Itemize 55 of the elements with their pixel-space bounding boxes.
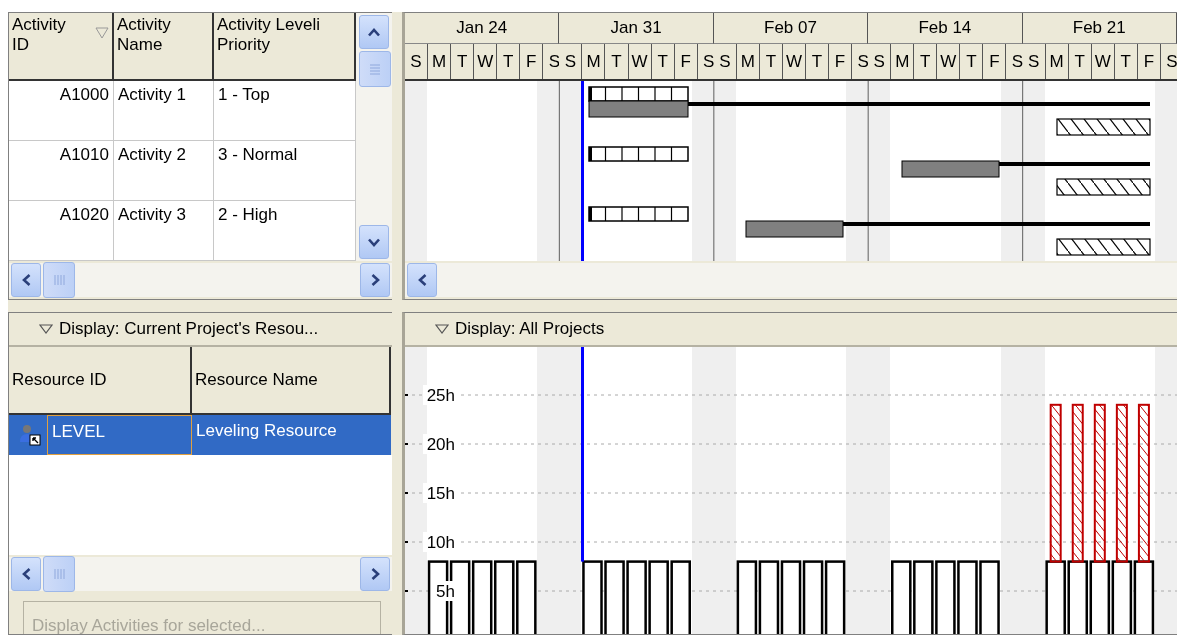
scrollbar-thumb[interactable]	[43, 556, 75, 592]
scroll-left-button[interactable]	[407, 263, 437, 297]
table-cell: A1010	[9, 141, 114, 201]
timescale-week: Jan 31	[559, 13, 714, 44]
timescale-week: Jan 24	[405, 13, 560, 44]
grip-icon	[51, 272, 67, 288]
column-header[interactable]: Resource Name	[192, 347, 391, 415]
scrollbar-thumb[interactable]	[359, 51, 391, 87]
y-tick-label: 20h	[423, 434, 457, 454]
timescale-week: Feb 14	[868, 13, 1023, 44]
timescale-day: W	[937, 44, 961, 79]
chevron-left-icon	[417, 274, 427, 286]
table-row[interactable]: LEVEL Leveling Resource	[9, 415, 391, 455]
scroll-right-button[interactable]	[360, 263, 390, 297]
timescale-day: W	[474, 44, 498, 79]
chevron-left-icon	[21, 274, 31, 286]
column-header[interactable]: Activity Leveli Priority	[214, 13, 356, 81]
collapse-icon	[435, 324, 449, 334]
chevron-right-icon	[370, 274, 380, 286]
column-header[interactable]: Activity ID	[9, 13, 114, 81]
table-cell: A1020	[9, 201, 114, 261]
table-cell: Activity 3	[114, 201, 214, 261]
timescale-week: Feb 21	[1022, 13, 1177, 44]
scroll-left-button[interactable]	[11, 557, 41, 591]
timescale-day: S	[868, 44, 892, 79]
grip-icon	[367, 61, 383, 77]
table-cell: 2 - High	[214, 201, 356, 261]
table-cell: 3 - Normal	[214, 141, 356, 201]
table-cell-text: Leveling Resource	[195, 420, 338, 442]
table-cell: A1000	[9, 81, 114, 141]
resource-icon	[19, 424, 41, 446]
y-tick-label: 10h	[423, 532, 457, 552]
column-header[interactable]: Activity Name	[114, 13, 214, 81]
y-tick-label: 25h	[423, 385, 457, 405]
table-cell: Activity 2	[114, 141, 214, 201]
chevron-down-icon	[368, 237, 380, 247]
scroll-left-button[interactable]	[11, 263, 41, 297]
table-cell: LEVEL	[47, 415, 192, 455]
timescale-day: S	[559, 44, 583, 79]
scroll-right-button[interactable]	[360, 557, 390, 591]
table-cell: Activity 1	[114, 81, 214, 141]
chevron-up-icon	[368, 27, 380, 37]
timescale-day: W	[628, 44, 652, 79]
column-header[interactable]: Resource ID	[9, 347, 192, 415]
timescale-week: Feb 07	[713, 13, 869, 44]
collapse-icon	[39, 324, 53, 334]
chevron-left-icon	[21, 568, 31, 580]
scroll-up-button[interactable]	[359, 15, 389, 49]
grip-icon	[51, 566, 67, 582]
timescale-day: W	[1091, 44, 1115, 79]
table-cell: 1 - Top	[214, 81, 356, 141]
y-tick-label: 15h	[423, 483, 457, 503]
chevron-right-icon	[370, 568, 380, 580]
scrollbar-thumb[interactable]	[43, 262, 75, 298]
scroll-down-button[interactable]	[359, 225, 389, 259]
